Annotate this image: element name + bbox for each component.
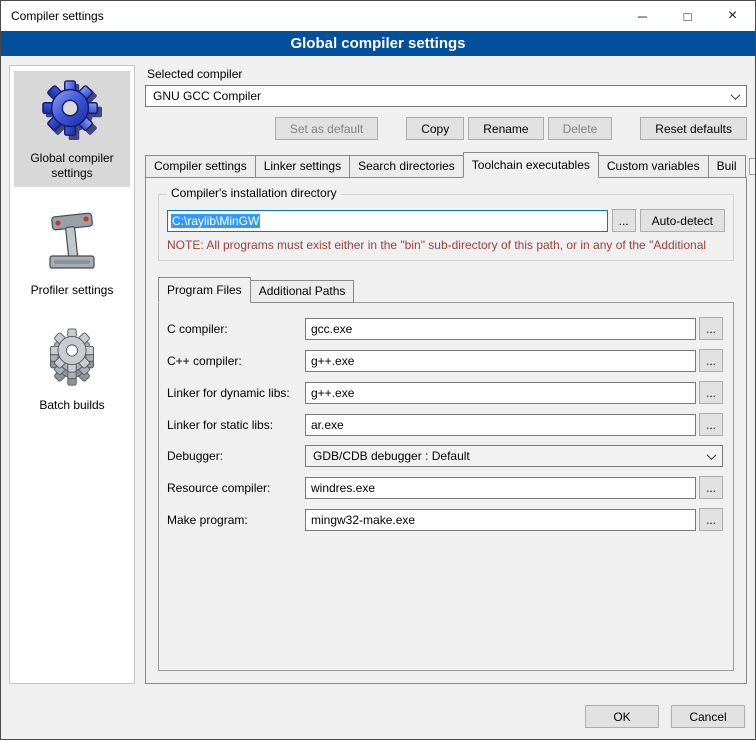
tab-linker-settings[interactable]: Linker settings (255, 155, 350, 178)
debugger-label: Debugger: (167, 449, 305, 463)
dynamic-linker-label: Linker for dynamic libs: (167, 386, 305, 400)
rename-button[interactable]: Rename (468, 117, 543, 140)
selected-compiler-label: Selected compiler (147, 67, 747, 81)
tab-additional-paths[interactable]: Additional Paths (250, 280, 355, 303)
chevron-down-icon (726, 93, 739, 100)
tab-toolchain-executables[interactable]: Toolchain executables (463, 152, 599, 178)
selected-compiler-dropdown[interactable]: GNU GCC Compiler (145, 85, 747, 107)
settings-category-list: Global compiler settings (9, 65, 135, 684)
static-linker-row: Linker for static libs: ... (167, 413, 723, 436)
dialog-body: Global compiler settings (1, 56, 755, 694)
debugger-row: Debugger: GDB/CDB debugger : Default (167, 445, 723, 467)
tab-scroll-arrows: ◄ ► (745, 158, 756, 175)
copy-button[interactable]: Copy (406, 117, 464, 140)
compiler-action-buttons: Set as default Copy Rename Delete Reset … (145, 117, 747, 140)
reset-defaults-button[interactable]: Reset defaults (640, 117, 747, 140)
installation-directory-legend: Compiler's installation directory (167, 186, 341, 200)
make-program-input[interactable] (305, 509, 696, 531)
program-files-panel: C compiler: ... C++ compiler: ... (158, 302, 734, 671)
caption-buttons: ─ □ × (620, 1, 755, 31)
browse-button[interactable]: ... (699, 413, 723, 436)
installation-directory-groupbox: Compiler's installation directory C:\ray… (158, 194, 734, 261)
browse-button[interactable]: ... (699, 349, 723, 372)
window-title: Compiler settings (11, 9, 104, 23)
tab-search-directories[interactable]: Search directories (349, 155, 464, 178)
resource-compiler-label: Resource compiler: (167, 481, 305, 495)
static-linker-label: Linker for static libs: (167, 418, 305, 432)
c-compiler-input[interactable] (305, 318, 696, 340)
tab-scroll-left-icon[interactable]: ◄ (749, 158, 756, 175)
global-compiler-settings-icon (41, 79, 103, 144)
dynamic-linker-row: Linker for dynamic libs: ... (167, 381, 723, 404)
browse-button[interactable]: ... (699, 317, 723, 340)
installation-directory-value: C:\raylib\MinGW (171, 214, 260, 228)
sidebar-item-global-compiler-settings[interactable]: Global compiler settings (14, 71, 130, 187)
program-files-tabbar: Program Files Additional Paths (158, 277, 734, 303)
cpp-compiler-label: C++ compiler: (167, 354, 305, 368)
dynamic-linker-input[interactable] (305, 382, 696, 404)
sidebar-item-batch-builds[interactable]: Batch builds (14, 320, 130, 419)
sidebar-item-label: Profiler settings (31, 283, 114, 298)
make-program-label: Make program: (167, 513, 305, 527)
settings-tabbar: Compiler settings Linker settings Search… (145, 152, 747, 178)
tab-custom-variables[interactable]: Custom variables (598, 155, 709, 178)
make-program-row: Make program: ... (167, 508, 723, 531)
maximize-button[interactable]: □ (665, 1, 710, 31)
sidebar-item-profiler-settings[interactable]: Profiler settings (14, 203, 130, 304)
profiler-settings-icon (44, 211, 100, 276)
browse-directory-button[interactable]: ... (612, 209, 636, 232)
browse-button[interactable]: ... (699, 476, 723, 499)
set-as-default-button[interactable]: Set as default (275, 117, 378, 140)
page-title: Global compiler settings (1, 31, 755, 56)
close-button[interactable]: × (710, 1, 755, 31)
tab-build-options[interactable]: Buil (708, 155, 746, 178)
cpp-compiler-input[interactable] (305, 350, 696, 372)
ok-button[interactable]: OK (585, 705, 659, 728)
browse-button[interactable]: ... (699, 508, 723, 531)
sidebar-item-label: Batch builds (39, 398, 104, 413)
resource-compiler-input[interactable] (305, 477, 696, 499)
delete-button[interactable]: Delete (548, 117, 613, 140)
c-compiler-label: C compiler: (167, 322, 305, 336)
selected-compiler-value: GNU GCC Compiler (153, 89, 261, 103)
chevron-down-icon (702, 453, 715, 460)
main-content: Selected compiler GNU GCC Compiler Set a… (145, 65, 747, 684)
compiler-settings-dialog: Compiler settings ─ □ × Global compiler … (0, 0, 756, 740)
dialog-footer: OK Cancel (1, 694, 755, 739)
resource-compiler-row: Resource compiler: ... (167, 476, 723, 499)
c-compiler-row: C compiler: ... (167, 317, 723, 340)
auto-detect-button[interactable]: Auto-detect (640, 209, 725, 232)
static-linker-input[interactable] (305, 414, 696, 436)
tab-compiler-settings[interactable]: Compiler settings (145, 155, 256, 178)
installation-directory-row: C:\raylib\MinGW ... Auto-detect (167, 209, 725, 232)
minimize-button[interactable]: ─ (620, 1, 665, 31)
cpp-compiler-row: C++ compiler: ... (167, 349, 723, 372)
debugger-dropdown[interactable]: GDB/CDB debugger : Default (305, 445, 723, 467)
cancel-button[interactable]: Cancel (671, 705, 745, 728)
installation-directory-input[interactable]: C:\raylib\MinGW (167, 210, 608, 232)
sidebar-item-label: Global compiler settings (16, 151, 128, 181)
batch-builds-icon (42, 328, 102, 391)
debugger-value: GDB/CDB debugger : Default (313, 449, 470, 463)
titlebar: Compiler settings ─ □ × (1, 1, 755, 31)
toolchain-executables-panel: Compiler's installation directory C:\ray… (145, 177, 747, 684)
tab-program-files[interactable]: Program Files (158, 277, 251, 303)
browse-button[interactable]: ... (699, 381, 723, 404)
installation-note: NOTE: All programs must exist either in … (167, 238, 725, 252)
